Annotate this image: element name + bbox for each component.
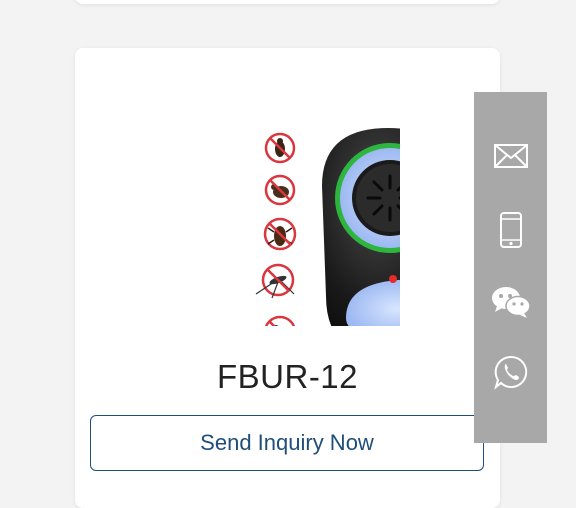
phone-button[interactable] bbox=[474, 200, 547, 260]
wechat-button[interactable] bbox=[474, 272, 547, 332]
whatsapp-button[interactable] bbox=[474, 342, 547, 402]
pest-icons bbox=[255, 132, 297, 326]
previous-product-card bbox=[75, 0, 500, 4]
pest-icon bbox=[264, 132, 296, 164]
email-icon bbox=[493, 144, 528, 168]
product-title: FBUR-12 bbox=[216, 358, 359, 395]
phone-icon bbox=[499, 212, 522, 248]
pest-icon bbox=[263, 217, 297, 251]
product-card: FBUR-12 Send Inquiry Now bbox=[75, 48, 500, 508]
pest-icon bbox=[255, 263, 295, 299]
pest-icon bbox=[264, 174, 296, 206]
floating-contact-bar bbox=[474, 92, 547, 443]
product-image bbox=[255, 128, 400, 326]
pest-icon bbox=[264, 315, 296, 326]
send-inquiry-button[interactable]: Send Inquiry Now bbox=[90, 415, 484, 471]
wechat-icon bbox=[491, 287, 531, 318]
repeller-device bbox=[322, 128, 400, 326]
whatsapp-icon bbox=[493, 355, 527, 390]
email-button[interactable] bbox=[474, 126, 547, 186]
